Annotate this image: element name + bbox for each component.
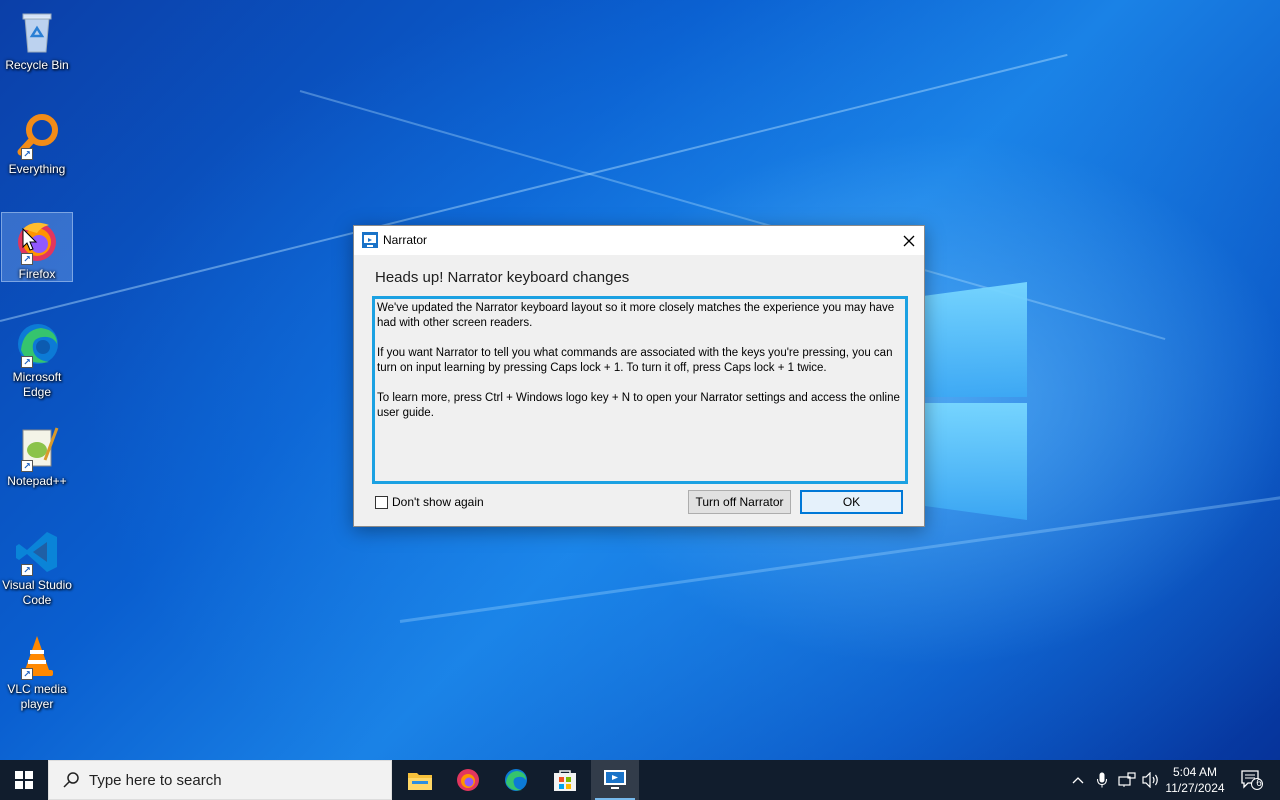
windows-logo-graphic xyxy=(925,282,1029,520)
firefox-icon xyxy=(457,769,479,791)
taskbar-file-explorer[interactable] xyxy=(396,760,444,800)
desktop-icon-recycle-bin[interactable]: Recycle Bin xyxy=(2,4,72,73)
checkbox-box[interactable] xyxy=(375,495,388,509)
speaker-icon xyxy=(1142,772,1158,788)
file-explorer-icon xyxy=(408,773,432,790)
desktop-icon-everything[interactable]: ↗ Everything xyxy=(2,108,72,177)
ok-button[interactable]: OK xyxy=(800,490,903,514)
desktop-icon-label: Visual Studio Code xyxy=(2,578,72,607)
notification-count-badge: 6 xyxy=(1256,778,1262,789)
close-icon xyxy=(903,235,915,246)
edge-icon xyxy=(505,769,527,791)
network-tray-button[interactable] xyxy=(1116,760,1138,800)
vscode-icon: ↗ xyxy=(13,528,61,576)
vlc-icon: ↗ xyxy=(13,632,61,680)
desktop-icon-label: VLC media player xyxy=(7,682,67,711)
desktop-icon-vscode[interactable]: ↗ Visual Studio Code xyxy=(2,524,72,608)
desktop-icon-vlc[interactable]: ↗ VLC media player xyxy=(2,628,72,712)
clock-time: 5:04 AM xyxy=(1172,765,1218,779)
message-paragraph: If you want Narrator to tell you what co… xyxy=(377,347,893,374)
mouse-cursor-icon xyxy=(22,228,38,251)
desktop-icon-edge[interactable]: ↗ Microsoft Edge xyxy=(2,316,72,400)
microphone-tray-button[interactable] xyxy=(1092,760,1112,800)
search-icon xyxy=(63,772,79,788)
notepadpp-icon: ↗ xyxy=(13,424,61,472)
dialog-title: Narrator xyxy=(383,233,428,247)
checkbox-label: Don't show again xyxy=(392,495,484,509)
narrator-icon xyxy=(362,232,378,248)
everything-search-icon: ↗ xyxy=(13,112,61,160)
taskbar-microsoft-store[interactable] xyxy=(541,760,589,800)
dialog-titlebar[interactable]: Narrator xyxy=(354,226,924,255)
taskbar-clock[interactable]: 5:04 AM 11/27/2024 xyxy=(1160,764,1230,796)
microphone-icon xyxy=(1097,772,1107,788)
taskbar: Type here to search 5:04 AM 11/27/2024 6 xyxy=(0,760,1280,800)
clock-date: 11/27/2024 xyxy=(1165,781,1225,795)
desktop-icon-label: Microsoft Edge xyxy=(12,370,62,399)
store-icon xyxy=(554,770,576,791)
search-placeholder: Type here to search xyxy=(89,771,222,789)
message-paragraph: To learn more, press Ctrl + Windows logo… xyxy=(377,392,900,419)
taskbar-firefox[interactable] xyxy=(444,760,492,800)
message-paragraph: We've updated the Narrator keyboard layo… xyxy=(377,302,895,329)
taskbar-edge[interactable] xyxy=(492,760,540,800)
action-center-button[interactable]: 6 xyxy=(1236,760,1268,800)
taskbar-narrator[interactable] xyxy=(591,760,639,800)
narrator-dialog: Narrator Heads up! Narrator keyboard cha… xyxy=(353,225,925,527)
network-icon xyxy=(1118,772,1136,787)
windows-start-icon xyxy=(15,771,33,789)
edge-icon: ↗ xyxy=(13,320,61,368)
show-hidden-icons-button[interactable] xyxy=(1068,760,1088,800)
desktop-icon-label: Firefox xyxy=(18,267,56,281)
chevron-up-icon xyxy=(1072,777,1084,784)
start-button[interactable] xyxy=(0,760,48,800)
desktop-icon-label: Recycle Bin xyxy=(5,58,69,72)
dialog-message-box[interactable]: We've updated the Narrator keyboard layo… xyxy=(372,296,908,484)
dialog-heading: Heads up! Narrator keyboard changes xyxy=(375,269,630,286)
turn-off-narrator-button[interactable]: Turn off Narrator xyxy=(688,490,791,514)
narrator-icon xyxy=(604,770,626,789)
recycle-bin-icon xyxy=(13,8,61,56)
desktop-icon-label: Notepad++ xyxy=(7,474,67,488)
desktop-icon-label: Everything xyxy=(8,162,66,176)
volume-tray-button[interactable] xyxy=(1140,760,1162,800)
desktop-icon-notepadpp[interactable]: ↗ Notepad++ xyxy=(2,420,72,489)
close-button[interactable] xyxy=(894,226,924,255)
taskbar-search-box[interactable]: Type here to search xyxy=(48,760,392,800)
dont-show-again-checkbox[interactable]: Don't show again xyxy=(375,495,484,509)
